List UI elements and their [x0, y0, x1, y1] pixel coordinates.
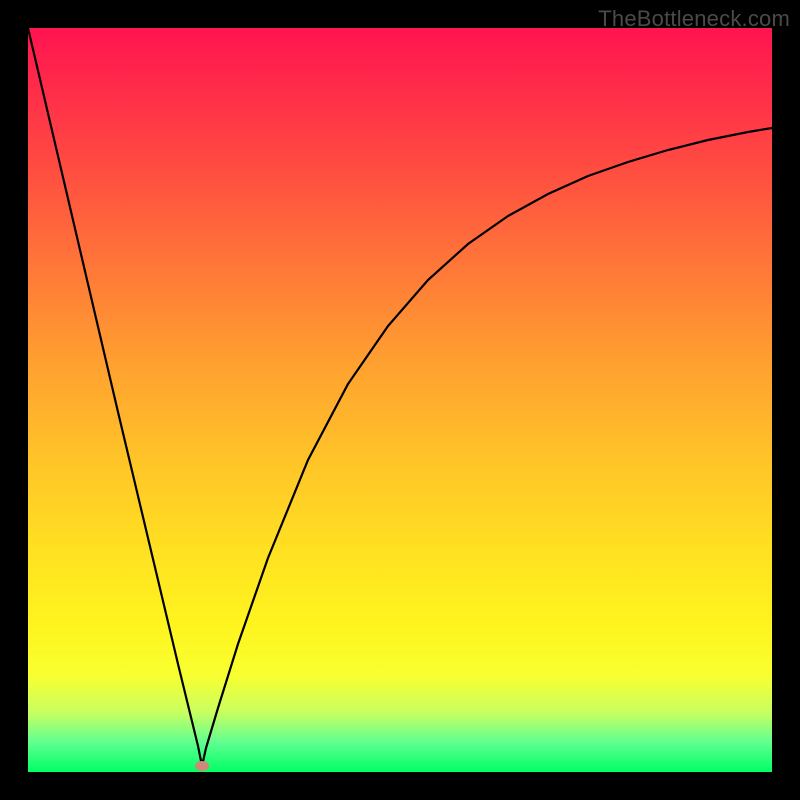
- plot-area: [28, 28, 772, 772]
- curve-path: [28, 28, 772, 766]
- bottleneck-curve: [28, 28, 772, 772]
- optimum-marker: [195, 761, 209, 771]
- watermark-label: TheBottleneck.com: [598, 6, 790, 32]
